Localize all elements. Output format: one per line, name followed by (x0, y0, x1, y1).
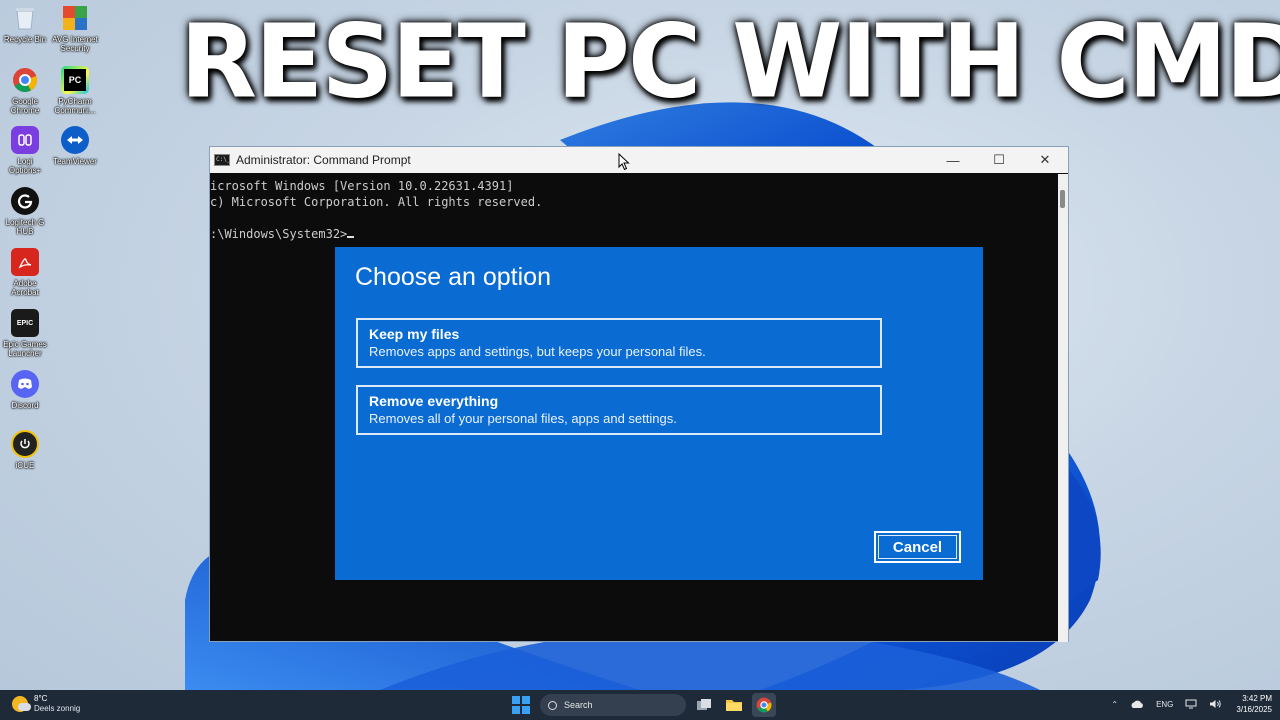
language-indicator[interactable]: ENG (1156, 700, 1173, 709)
recycle-bin-icon (11, 4, 39, 32)
scrollbar-thumb[interactable] (1060, 190, 1065, 208)
window-title: Administrator: Command Prompt (236, 153, 411, 167)
clock-date: 3/16/2025 (1236, 705, 1272, 714)
search-icon (548, 700, 557, 710)
desktop-icon-label: Logi Options+ (8, 157, 42, 175)
chrome-icon (11, 66, 39, 94)
dialog-title: Choose an option (355, 263, 551, 291)
onedrive-cloud-icon[interactable] (1130, 700, 1144, 709)
desktop-icon-label: iCUE (15, 461, 35, 470)
chrome-taskbar-button[interactable] (752, 693, 776, 717)
console-prompt: :\Windows\System32> (210, 227, 348, 241)
desktop-icon-logitech-g-hub[interactable]: Logitech G HUB (0, 187, 51, 236)
desktop-icon-chrome[interactable]: Google Chrome (0, 66, 51, 115)
epic-games-icon: EPIC (11, 309, 39, 337)
close-button[interactable]: ✕ (1022, 147, 1068, 173)
desktop-icon-label: Epic Games Launcher (3, 340, 47, 358)
system-tray: ⌃ ENG 3:42 PM 3/16/2025 (1099, 693, 1272, 715)
desktop-icon-recycle-bin[interactable]: Recycle Bin (0, 4, 51, 44)
desktop-icon-icue[interactable]: iCUE (0, 430, 51, 470)
remove-everything-option[interactable]: Remove everything Removes all of your pe… (356, 385, 882, 435)
desktop-icon-label: Google Chrome (10, 97, 40, 115)
logitech-g-hub-icon (11, 187, 39, 215)
avg-icon (61, 4, 89, 32)
taskbar-search-box[interactable]: Search (540, 694, 686, 716)
show-hidden-icons-chevron-icon[interactable]: ⌃ (1111, 700, 1118, 709)
console-line: c) Microsoft Corporation. All rights res… (210, 195, 543, 209)
reset-options-dialog: Choose an option Keep my files Removes a… (335, 247, 983, 580)
weather-temperature: 8°C (34, 694, 48, 703)
option-description: Removes apps and settings, but keeps you… (369, 344, 706, 359)
weather-description: Deels zonnig (34, 704, 81, 713)
file-explorer-button[interactable] (722, 693, 746, 717)
windows-start-icon[interactable] (512, 696, 530, 714)
mouse-pointer-icon (618, 153, 630, 171)
page-title: RESET PC WITH CMD (180, 1, 1280, 122)
desktop-icon-label: Logitech G HUB (5, 218, 45, 236)
volume-icon[interactable] (1209, 699, 1222, 709)
partly-sunny-icon (12, 696, 31, 712)
task-view-button[interactable] (692, 693, 716, 717)
maximize-button[interactable]: ☐ (976, 147, 1022, 173)
desktop-icon-discord[interactable]: Discord (0, 370, 51, 410)
clock-time: 3:42 PM (1242, 694, 1272, 703)
desktop-icon-label: TeamViewer (53, 157, 97, 166)
task-view-icon (697, 699, 711, 710)
console-prompt-line: :\Windows\System32> (210, 226, 1060, 242)
network-icon[interactable] (1185, 699, 1197, 709)
option-heading: Keep my files (369, 326, 460, 342)
search-placeholder: Search (564, 700, 593, 710)
minimize-button[interactable]: — (930, 147, 976, 173)
command-prompt-icon: C:\_ (214, 154, 230, 166)
desktop-icon-logi-options[interactable]: Logi Options+ (0, 126, 51, 175)
desktop-icon-label: AVG Internet Security (52, 35, 98, 53)
desktop-icon-label: Adobe Acrobat (11, 279, 39, 297)
desktop-icon-avg[interactable]: AVG Internet Security (49, 4, 101, 53)
taskbar-apps: Search (512, 693, 776, 717)
taskbar: 8°C Deels zonnig Search ⌃ ENG 3:42 PM 3/… (0, 690, 1280, 720)
option-heading: Remove everything (369, 393, 499, 409)
cancel-button[interactable]: Cancel (874, 531, 961, 563)
text-cursor (347, 226, 355, 238)
desktop-icon-teamviewer[interactable]: TeamViewer (49, 126, 101, 166)
window-titlebar[interactable]: C:\_ Administrator: Command Prompt — ☐ ✕ (210, 147, 1068, 173)
weather-widget[interactable]: 8°C Deels zonnig (12, 694, 80, 714)
folder-icon (726, 700, 742, 711)
desktop-icon-label: Recycle Bin (3, 35, 47, 44)
discord-icon (11, 370, 39, 398)
teamviewer-icon (61, 126, 89, 154)
desktop-icon-label: Discord (11, 401, 39, 410)
adobe-acrobat-icon (11, 248, 39, 276)
desktop-icon-adobe-acrobat[interactable]: Adobe Acrobat (0, 248, 51, 297)
console-scrollbar[interactable] (1058, 174, 1068, 642)
taskbar-clock[interactable]: 3:42 PM 3/16/2025 (1236, 693, 1272, 715)
desktop-icon-label: PyCharm Communi... (54, 97, 96, 115)
chrome-icon (756, 697, 772, 713)
pycharm-icon: PC (61, 66, 89, 94)
console-line: icrosoft Windows [Version 10.0.22631.439… (210, 179, 514, 193)
desktop-icon-pycharm[interactable]: PC PyCharm Communi... (49, 66, 101, 115)
keep-my-files-option[interactable]: Keep my files Removes apps and settings,… (356, 318, 882, 368)
desktop-icon-epic-games[interactable]: EPIC Epic Games Launcher (0, 309, 51, 358)
option-description: Removes all of your personal files, apps… (369, 411, 677, 426)
icue-icon (11, 430, 39, 458)
logi-options-icon (11, 126, 39, 154)
